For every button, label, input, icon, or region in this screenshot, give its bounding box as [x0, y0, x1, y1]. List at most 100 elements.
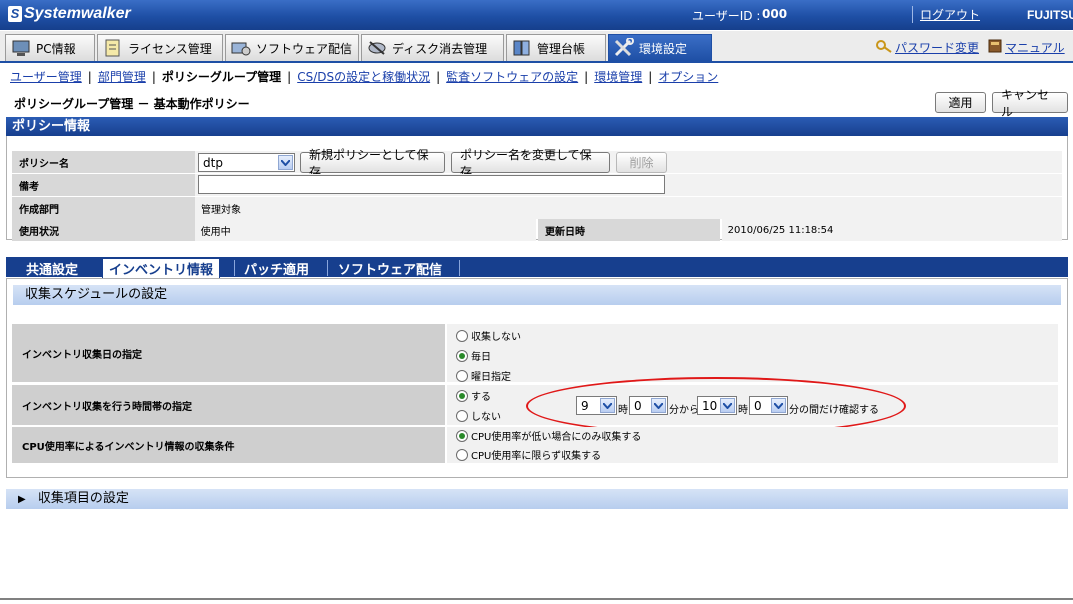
remarks-input[interactable] [198, 175, 665, 194]
fujitsu-logo: FUJITSU [1027, 8, 1073, 22]
subnav-environment[interactable]: 環境管理 [594, 68, 642, 85]
radio-label: しない [471, 412, 501, 423]
collection-day-cell [447, 324, 1058, 382]
radio-no-collection[interactable]: 収集しない [456, 328, 521, 343]
tab-pc-info[interactable]: PC情報 [5, 34, 95, 61]
user-id-label: ユーザーID : [692, 9, 761, 23]
radio-daily[interactable]: 毎日 [456, 348, 491, 363]
subnav-policy-group: ポリシーグループ管理 [161, 70, 282, 84]
tab-software-distribution[interactable]: ソフトウェア配信 [225, 34, 359, 61]
cancel-button[interactable]: キャンセル [992, 88, 1068, 119]
cpu-condition-label: CPU使用率によるインベントリ情報の収集条件 [12, 427, 445, 463]
tab-disk-erase[interactable]: ディスク消去管理 [361, 34, 504, 61]
subnav-cs-ds[interactable]: CS/DSの設定と稼働状況 [297, 68, 430, 85]
chevron-down-icon [278, 155, 293, 170]
logo-mark-icon: S [8, 6, 22, 22]
subnav-departments[interactable]: 部門管理 [98, 68, 146, 85]
header-divider [912, 6, 913, 23]
radio-selected-icon [456, 429, 468, 442]
schedule-heading: 収集スケジュールの設定 [13, 285, 1061, 305]
policy-name-value: dtp [203, 155, 223, 170]
manual-label: マニュアル [1005, 41, 1065, 55]
subnav-options[interactable]: オプション [658, 68, 718, 85]
status-row: 使用状況 使用中 更新日時 2010/06/25 11:18:54 [12, 219, 1062, 241]
radio-label: する [471, 392, 491, 403]
radio-selected-icon [456, 389, 468, 402]
policy-name-select[interactable]: dtp [198, 153, 295, 172]
radio-icon [456, 329, 468, 342]
radio-time-enabled[interactable]: する [456, 388, 491, 403]
pc-icon [10, 38, 32, 58]
tab-environment-settings[interactable]: 環境設定 [608, 34, 712, 61]
radio-time-disabled[interactable]: しない [456, 408, 501, 423]
tab-separator [234, 260, 235, 276]
tab-label: ディスク消去管理 [392, 41, 488, 56]
updated-label: 更新日時 [538, 219, 720, 241]
radio-cpu-any[interactable]: CPU使用率に限らず収集する [456, 447, 601, 462]
subnav-separator: | [584, 69, 589, 84]
save-as-new-policy-button[interactable]: 新規ポリシーとして保存 [300, 148, 445, 179]
tab-label: ライセンス管理 [128, 41, 212, 56]
tab-common-settings[interactable]: 共通設定 [20, 259, 84, 278]
status-label: 使用状況 [12, 219, 195, 241]
logo-text: Systemwalker [24, 5, 131, 22]
collection-items-section[interactable]: ▶ 収集項目の設定 [6, 489, 1068, 509]
subnav-separator: | [648, 69, 653, 84]
tab-patch-apply[interactable]: パッチ適用 [238, 259, 315, 278]
tab-inventory-info[interactable]: インベントリ情報 [102, 258, 221, 278]
remarks-label: 備考 [12, 174, 195, 196]
policy-info-heading: ポリシー情報 [6, 117, 1068, 136]
app-header: S Systemwalker ユーザーID : 000 ログアウト FUJITS… [0, 0, 1073, 30]
tab-separator [327, 260, 328, 276]
radio-icon [456, 369, 468, 382]
radio-cpu-low-only[interactable]: CPU使用率が低い場合にのみ収集する [456, 428, 641, 443]
radio-label: 曜日指定 [471, 372, 511, 383]
radio-selected-icon [456, 349, 468, 362]
radio-label: 収集しない [471, 332, 521, 343]
policy-name-label: ポリシー名 [12, 151, 195, 173]
status-value: 使用中 [194, 219, 536, 241]
logout-link[interactable]: ログアウト [920, 6, 980, 23]
expand-arrow-icon: ▶ [18, 494, 26, 505]
book-icon [988, 39, 1002, 56]
tab-label: 環境設定 [639, 41, 688, 56]
tab-software-delivery[interactable]: ソフトウェア配信 [332, 259, 448, 278]
radio-weekday[interactable]: 曜日指定 [456, 368, 511, 383]
tab-label: PC情報 [36, 41, 76, 56]
tab-ledger[interactable]: 管理台帳 [506, 34, 606, 61]
tab-separator [459, 260, 460, 276]
apply-button[interactable]: 適用 [935, 92, 986, 113]
collection-time-label: インベントリ収集を行う時間帯の指定 [12, 385, 445, 425]
manual-link[interactable]: マニュアル [988, 39, 1065, 56]
collection-day-label: インベントリ収集日の指定 [12, 324, 445, 382]
sub-navigation: ユーザー管理 | 部門管理 | ポリシーグループ管理 | CS/DSの設定と稼働状況 |… [10, 68, 718, 85]
subnav-separator: | [151, 69, 156, 84]
bottom-border [0, 598, 1073, 600]
radio-label: CPU使用率に限らず収集する [471, 451, 602, 462]
delete-button: 削除 [616, 152, 667, 173]
collection-items-heading: 収集項目の設定 [37, 491, 129, 506]
subnav-separator: | [87, 69, 92, 84]
tab-label: 管理台帳 [537, 41, 586, 56]
radio-icon [456, 448, 468, 461]
department-value: 管理対象 [195, 197, 1062, 219]
tools-icon [613, 38, 635, 58]
tab-label: ソフトウェア配信 [256, 41, 353, 56]
subnav-separator: | [436, 69, 441, 84]
password-change-link[interactable]: パスワード変更 [876, 39, 979, 56]
rename-and-save-button[interactable]: ポリシー名を変更して保存 [451, 148, 610, 179]
ledger-icon [511, 38, 533, 58]
radio-label: 毎日 [471, 352, 491, 363]
license-icon [102, 38, 124, 58]
tab-license[interactable]: ライセンス管理 [97, 34, 223, 61]
page-title: ポリシーグループ管理 － 基本動作ポリシー [14, 97, 250, 111]
department-row: 作成部門 管理対象 [12, 197, 1062, 219]
subnav-audit-software[interactable]: 監査ソフトウェアの設定 [446, 68, 578, 85]
software-icon [230, 38, 252, 58]
password-change-label: パスワード変更 [895, 41, 980, 55]
radio-label: CPU使用率が低い場合にのみ収集する [471, 432, 642, 443]
disk-icon [366, 38, 388, 58]
subnav-users[interactable]: ユーザー管理 [10, 68, 82, 85]
user-id-value: 000 [762, 7, 788, 21]
subnav-separator: | [287, 69, 292, 84]
